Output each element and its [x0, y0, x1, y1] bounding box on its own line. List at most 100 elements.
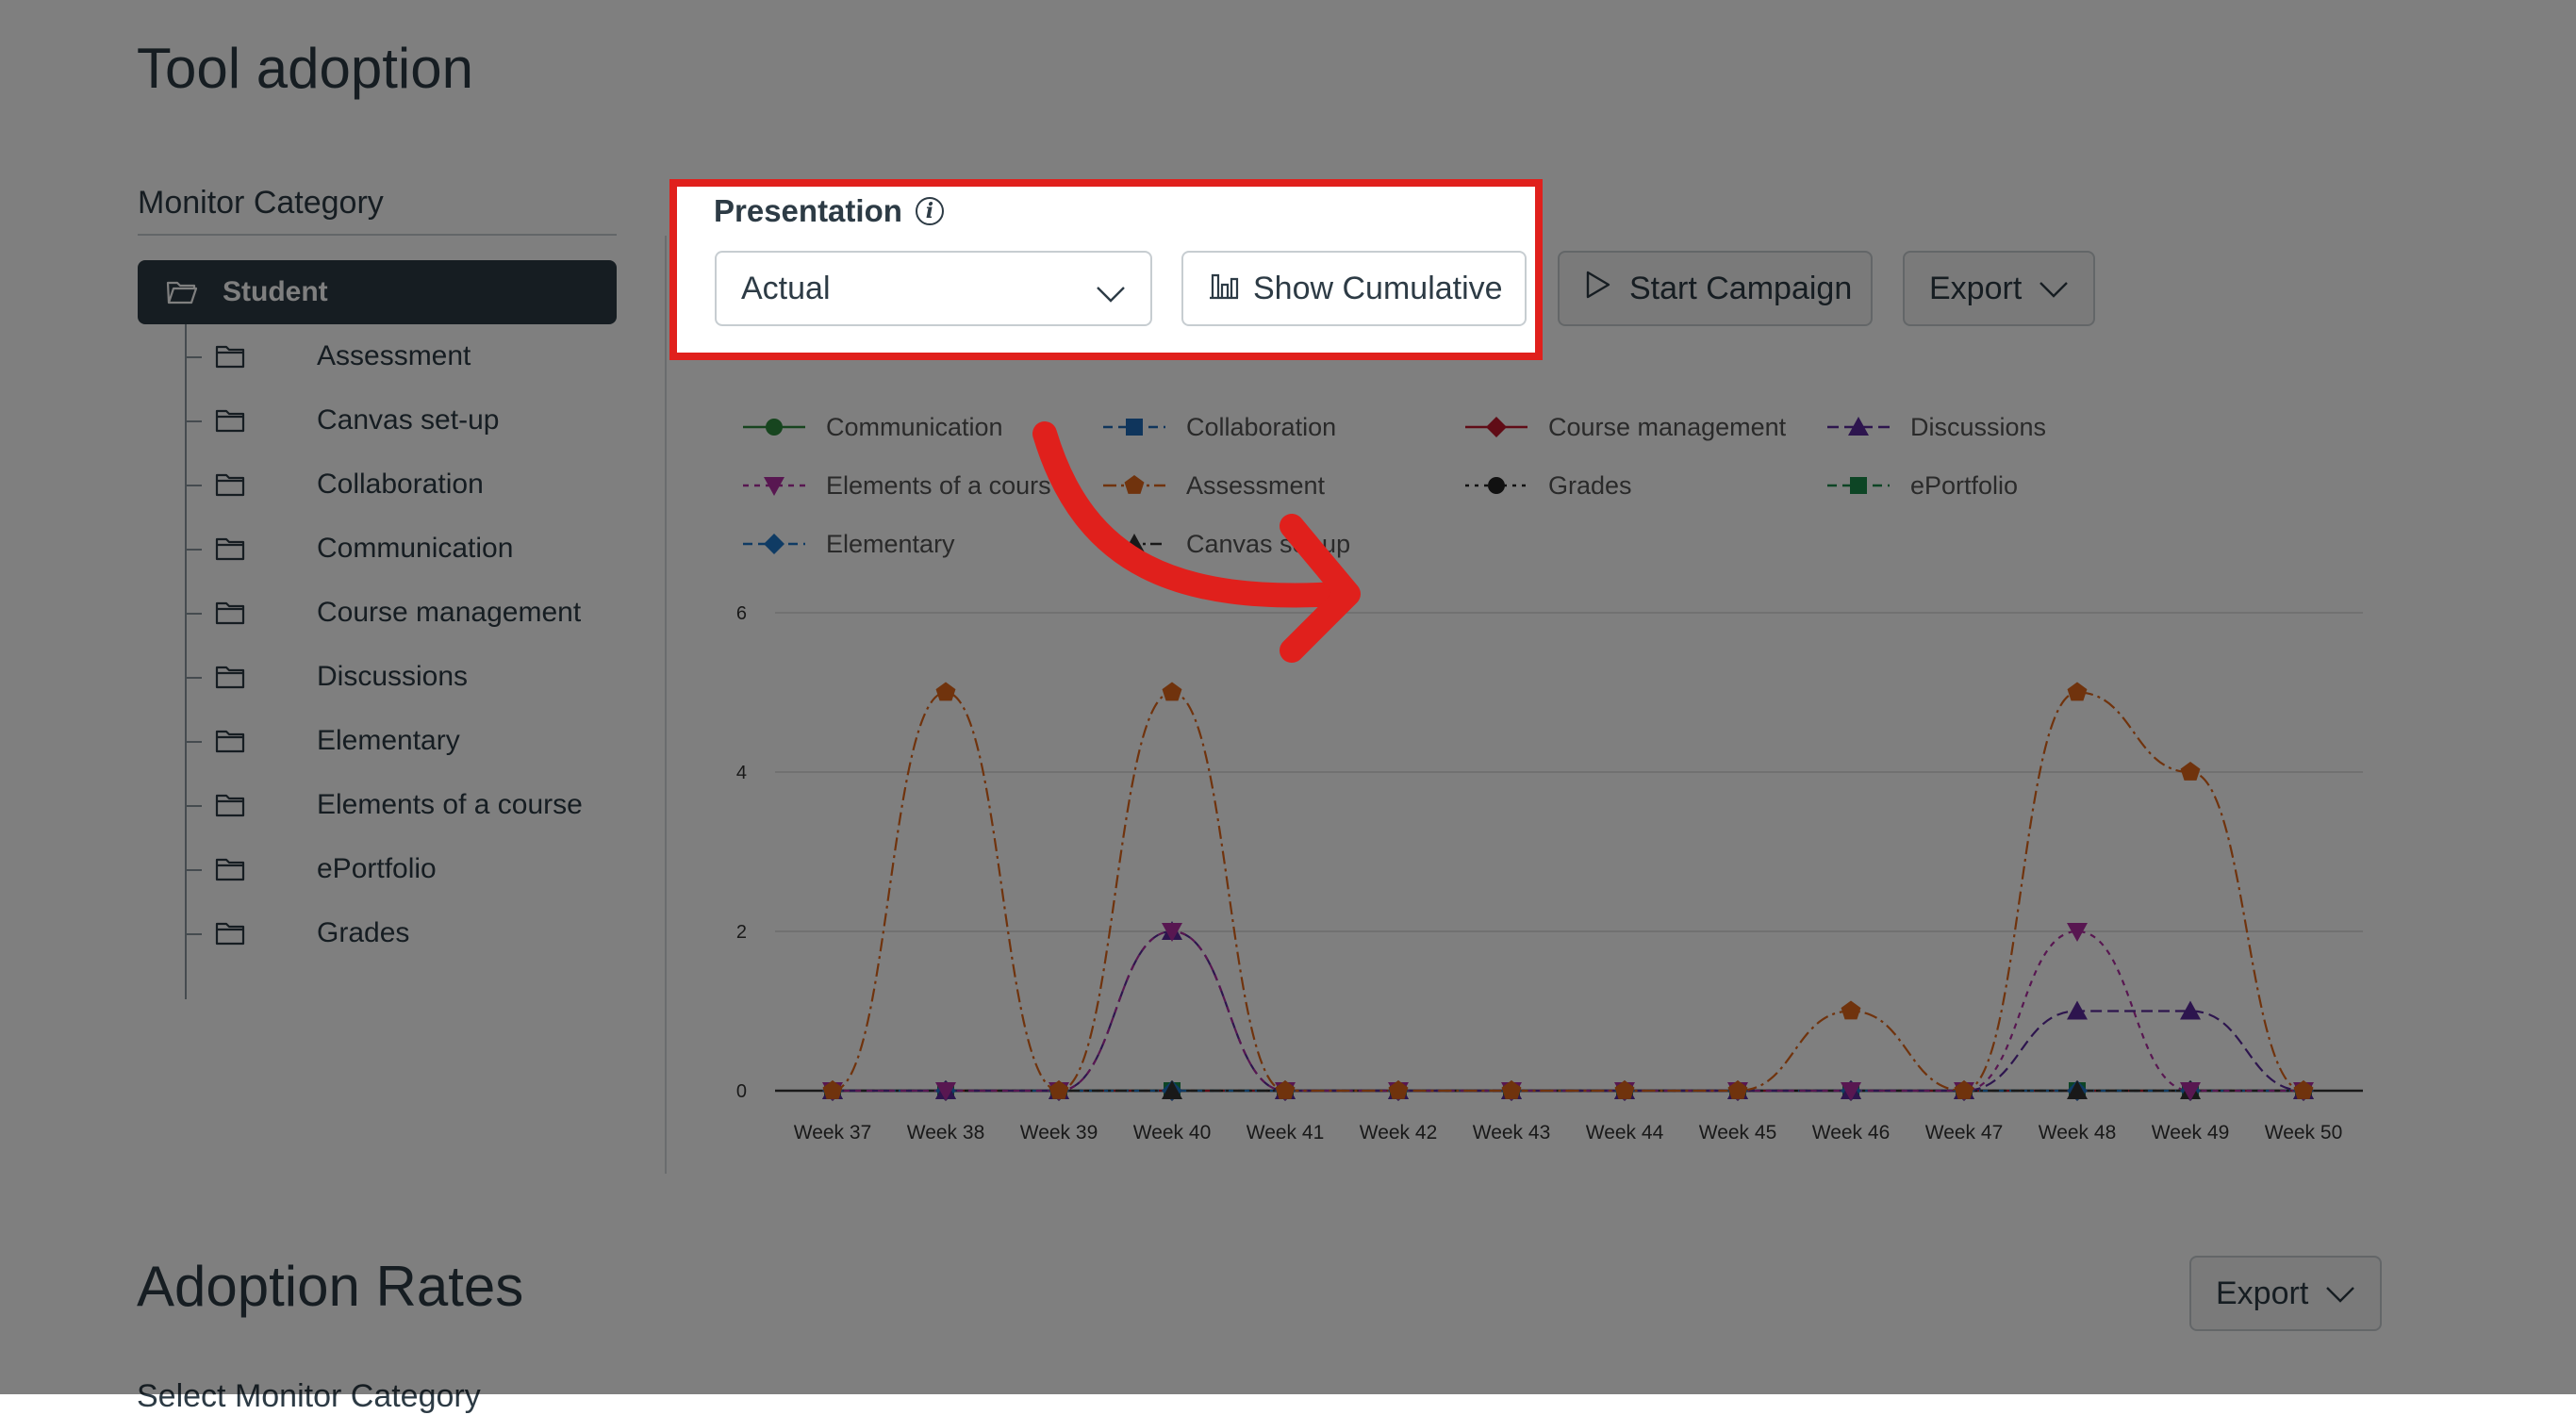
- data-point: [1126, 419, 1143, 436]
- export-button[interactable]: Export: [1903, 251, 2095, 326]
- tree-item-label: Canvas set-up: [317, 404, 500, 436]
- tree-tick: [185, 613, 202, 615]
- tree-tick: [185, 869, 202, 871]
- folder-icon: [215, 601, 245, 625]
- folder-icon: [215, 665, 245, 689]
- tree-item-label: ePortfolio: [317, 853, 437, 884]
- legend-label: Course management: [1548, 413, 1787, 441]
- data-point: [1124, 475, 1145, 494]
- data-point: [2067, 682, 2088, 701]
- export-label: Export: [1929, 270, 2023, 306]
- data-point: [766, 419, 783, 436]
- tree-item-collaboration[interactable]: Collaboration: [185, 452, 617, 517]
- tree-item-discussions[interactable]: Discussions: [185, 645, 617, 709]
- x-tick-label: Week 49: [2152, 1122, 2230, 1144]
- show-cumulative-label: Show Cumulative: [1253, 270, 1503, 306]
- folder-icon: [215, 408, 245, 433]
- page: Tool adoption Monitor Category Student A…: [0, 0, 2576, 1414]
- tree-item-elements-of-a-course[interactable]: Elements of a course: [185, 773, 617, 837]
- legend-label: Grades: [1548, 471, 1632, 500]
- y-tick-label: 4: [736, 763, 747, 783]
- legend-label: Elements of a cours: [826, 471, 1051, 500]
- start-campaign-button[interactable]: Start Campaign: [1558, 251, 1873, 326]
- x-tick-label: Week 42: [1360, 1122, 1438, 1144]
- tree-tick: [185, 420, 202, 422]
- chart-svg: 0 2 4 6 Week 37 Week 38 Week 39 Week 40 Week 41 W…: [736, 413, 2363, 1144]
- tree-item-assessment[interactable]: Assessment: [185, 324, 617, 388]
- tree-tick: [185, 933, 202, 935]
- tree-item-label: Course management: [317, 597, 582, 628]
- tree-root-label: Student: [223, 276, 328, 307]
- tree-item-eportfolio[interactable]: ePortfolio: [185, 837, 617, 901]
- folder-icon: [215, 344, 245, 369]
- folder-icon: [215, 472, 245, 497]
- monitor-divider: [138, 234, 617, 236]
- tree-item-label: Grades: [317, 917, 410, 948]
- adoption-export-button[interactable]: Export: [2189, 1256, 2382, 1331]
- data-point: [935, 682, 956, 701]
- tree-item-label: Communication: [317, 533, 514, 564]
- x-tick-label: Week 37: [794, 1122, 872, 1144]
- data-point: [1486, 417, 1507, 437]
- chevron-down-icon: [1096, 275, 1126, 312]
- monitor-category-label: Monitor Category: [138, 185, 384, 221]
- tree-tick: [185, 677, 202, 679]
- data-point: [2180, 762, 2201, 781]
- tree-item-communication[interactable]: Communication: [185, 517, 617, 581]
- y-tick-label: 2: [736, 922, 747, 943]
- tree-item-course-management[interactable]: Course management: [185, 581, 617, 645]
- tree-tick: [185, 741, 202, 743]
- tool-adoption-chart: 0 2 4 6 Week 37 Week 38 Week 39 Week 40 Week 41 W…: [707, 396, 2386, 1169]
- y-tick-label: 6: [736, 603, 747, 624]
- legend-label: Assessment: [1186, 471, 1326, 500]
- legend-label: Elementary: [826, 530, 955, 558]
- tree-item-canvas-setup[interactable]: Canvas set-up: [185, 388, 617, 452]
- tree-item-elementary[interactable]: Elementary: [185, 709, 617, 773]
- presentation-label: Presentation i: [714, 193, 944, 229]
- y-tick-label: 0: [736, 1081, 747, 1102]
- bar-chart-icon: [1208, 270, 1240, 308]
- folder-open-icon: [166, 279, 198, 305]
- tree-item-label: Assessment: [317, 340, 471, 371]
- tree-item-student[interactable]: Student: [138, 260, 617, 324]
- tree-item-grades[interactable]: Grades: [185, 901, 617, 965]
- legend-label: Canvas set-up: [1186, 530, 1350, 558]
- legend-label: Discussions: [1910, 413, 2046, 441]
- tree-tick: [185, 356, 202, 358]
- folder-icon: [215, 857, 245, 881]
- x-tick-label: Week 38: [907, 1122, 985, 1144]
- data-point: [1162, 682, 1182, 701]
- play-icon: [1584, 270, 1612, 308]
- x-tick-label: Week 48: [2039, 1122, 2117, 1144]
- x-tick-label: Week 50: [2265, 1122, 2343, 1144]
- tree-item-label: Collaboration: [317, 469, 484, 500]
- presentation-select-value: Actual: [741, 270, 831, 306]
- data-point: [764, 534, 784, 554]
- info-icon[interactable]: i: [915, 197, 944, 225]
- data-point: [1488, 477, 1505, 494]
- adoption-rates-title: Adoption Rates: [137, 1255, 524, 1318]
- show-cumulative-button[interactable]: Show Cumulative: [1181, 251, 1527, 326]
- x-tick-label: Week 40: [1133, 1122, 1212, 1144]
- x-tick-label: Week 47: [1925, 1122, 2004, 1144]
- tree-item-label: Elements of a course: [317, 789, 583, 820]
- start-campaign-label: Start Campaign: [1629, 270, 1853, 306]
- tree-tick: [185, 805, 202, 807]
- select-monitor-category-label: Select Monitor Category: [137, 1378, 481, 1414]
- series-line: [832, 691, 2304, 1093]
- folder-icon: [215, 921, 245, 946]
- page-title: Tool adoption: [137, 37, 473, 100]
- tree-children: Assessment Canvas set-up Collaboration C…: [185, 324, 617, 999]
- data-point: [1841, 1000, 1861, 1020]
- x-tick-label: Week 46: [1812, 1122, 1891, 1144]
- tree-item-label: Elementary: [317, 725, 460, 756]
- export-label: Export: [2216, 1275, 2309, 1311]
- tree-item-label: Discussions: [317, 661, 469, 692]
- x-tick-label: Week 41: [1247, 1122, 1325, 1144]
- presentation-select[interactable]: Actual: [715, 251, 1152, 326]
- legend-label: Communication: [826, 413, 1003, 441]
- legend-label: Collaboration: [1186, 413, 1336, 441]
- chevron-down-icon: [2325, 1275, 2355, 1312]
- x-tick-label: Week 44: [1586, 1122, 1664, 1144]
- presentation-label-text: Presentation: [714, 193, 902, 228]
